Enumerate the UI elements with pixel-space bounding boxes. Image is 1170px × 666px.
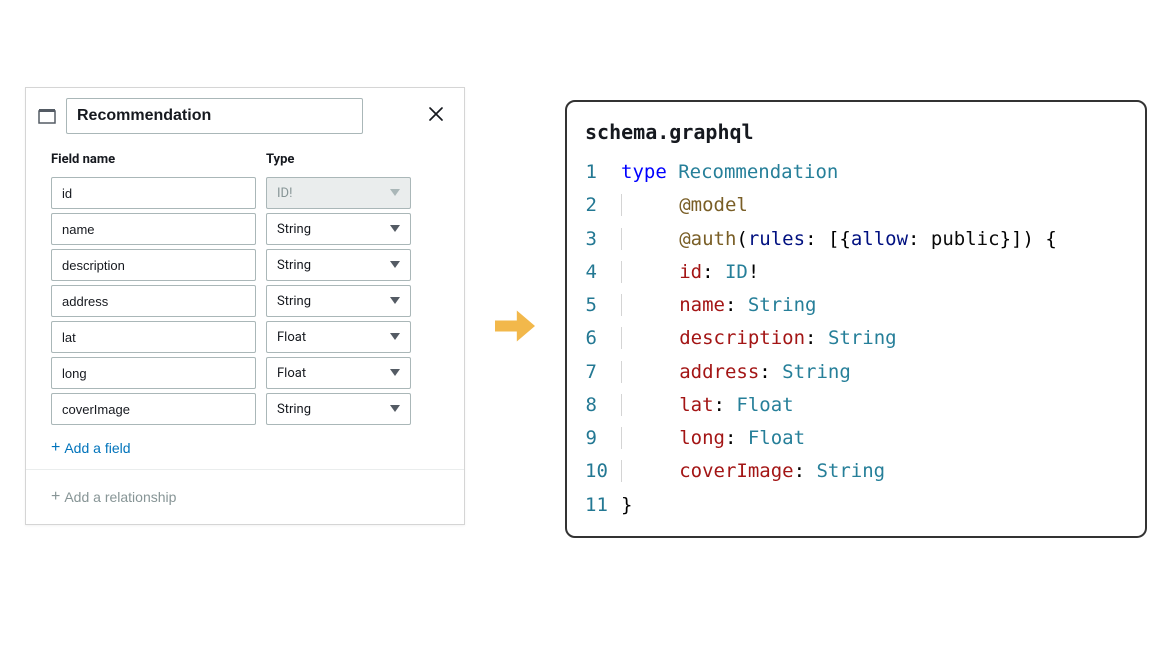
field-type-label: String xyxy=(277,258,311,273)
field-name-input[interactable] xyxy=(51,177,256,209)
code-content: long: Float xyxy=(621,422,805,455)
plus-icon: + xyxy=(51,488,60,506)
panel-header xyxy=(26,88,464,144)
field-type-select[interactable]: String xyxy=(266,393,411,425)
field-type-select[interactable]: String xyxy=(266,213,411,245)
code-line: 10 coverImage: String xyxy=(585,455,1127,488)
line-number: 2 xyxy=(585,189,621,222)
code-line: 2 @model xyxy=(585,189,1127,222)
column-header-name: Field name xyxy=(51,152,256,167)
code-content: } xyxy=(621,489,632,522)
chevron-down-icon xyxy=(390,404,400,414)
field-row: Float xyxy=(51,321,439,353)
add-field-label: Add a field xyxy=(64,440,130,456)
code-content: name: String xyxy=(621,289,817,322)
field-type-label: String xyxy=(277,294,311,309)
field-row: String xyxy=(51,393,439,425)
chevron-down-icon xyxy=(390,296,400,306)
line-number: 7 xyxy=(585,356,621,389)
field-name-input[interactable] xyxy=(51,249,256,281)
field-row: String xyxy=(51,213,439,245)
field-row: ID! xyxy=(51,177,439,209)
field-type-select[interactable]: String xyxy=(266,249,411,281)
code-filename: schema.graphql xyxy=(585,120,1127,144)
line-number: 10 xyxy=(585,455,621,488)
field-row: String xyxy=(51,285,439,317)
field-type-select: ID! xyxy=(266,177,411,209)
field-type-label: String xyxy=(277,402,311,417)
model-icon xyxy=(38,107,56,125)
code-line: 8 lat: Float xyxy=(585,389,1127,422)
code-content: @auth(rules: [{allow: public}]) { xyxy=(621,223,1057,256)
field-type-label: Float xyxy=(277,366,306,381)
field-type-select[interactable]: Float xyxy=(266,357,411,389)
field-name-input[interactable] xyxy=(51,321,256,353)
code-content: @model xyxy=(621,189,748,222)
field-type-label: String xyxy=(277,222,311,237)
model-designer-panel: Field name Type ID! String String String Flo… xyxy=(25,87,465,525)
code-content: id: ID! xyxy=(621,256,759,289)
arrow-right-icon xyxy=(495,306,535,346)
model-name-input[interactable] xyxy=(66,98,363,134)
code-line: 3 @auth(rules: [{allow: public}]) { xyxy=(585,223,1127,256)
field-name-input[interactable] xyxy=(51,357,256,389)
line-number: 3 xyxy=(585,223,621,256)
close-button[interactable] xyxy=(423,103,449,129)
chevron-down-icon xyxy=(390,260,400,270)
code-line: 6 description: String xyxy=(585,322,1127,355)
add-relationship-label: Add a relationship xyxy=(64,489,176,505)
code-content: address: String xyxy=(621,356,851,389)
line-number: 1 xyxy=(585,156,621,189)
line-number: 9 xyxy=(585,422,621,455)
column-header-type: Type xyxy=(266,152,411,167)
field-type-label: Float xyxy=(277,330,306,345)
code-block: 1type Recommendation2 @model3 @auth(rule… xyxy=(585,156,1127,522)
close-icon xyxy=(428,105,444,128)
field-name-input[interactable] xyxy=(51,285,256,317)
schema-code-panel: schema.graphql 1type Recommendation2 @mo… xyxy=(565,100,1147,538)
line-number: 6 xyxy=(585,322,621,355)
field-row: String xyxy=(51,249,439,281)
code-content: lat: Float xyxy=(621,389,794,422)
fields-header-row: Field name Type xyxy=(51,152,439,173)
field-name-input[interactable] xyxy=(51,213,256,245)
code-content: description: String xyxy=(621,322,897,355)
chevron-down-icon xyxy=(390,188,400,198)
line-number: 8 xyxy=(585,389,621,422)
chevron-down-icon xyxy=(390,368,400,378)
field-type-select[interactable]: String xyxy=(266,285,411,317)
code-content: coverImage: String xyxy=(621,455,885,488)
field-type-label: ID! xyxy=(277,186,292,201)
line-number: 5 xyxy=(585,289,621,322)
line-number: 11 xyxy=(585,489,621,522)
field-name-input[interactable] xyxy=(51,393,256,425)
line-number: 4 xyxy=(585,256,621,289)
chevron-down-icon xyxy=(390,224,400,234)
code-content: type Recommendation xyxy=(621,156,838,189)
code-line: 9 long: Float xyxy=(585,422,1127,455)
add-field-button[interactable]: + Add a field xyxy=(51,437,131,459)
code-line: 4 id: ID! xyxy=(585,256,1127,289)
chevron-down-icon xyxy=(390,332,400,342)
code-line: 1type Recommendation xyxy=(585,156,1127,189)
field-type-select[interactable]: Float xyxy=(266,321,411,353)
code-line: 5 name: String xyxy=(585,289,1127,322)
relationship-section: + Add a relationship xyxy=(26,469,464,524)
field-row: Float xyxy=(51,357,439,389)
add-relationship-button[interactable]: + Add a relationship xyxy=(51,486,176,508)
code-line: 11} xyxy=(585,489,1127,522)
code-line: 7 address: String xyxy=(585,356,1127,389)
fields-section: Field name Type ID! String String String Flo… xyxy=(26,144,464,469)
plus-icon: + xyxy=(51,439,60,457)
